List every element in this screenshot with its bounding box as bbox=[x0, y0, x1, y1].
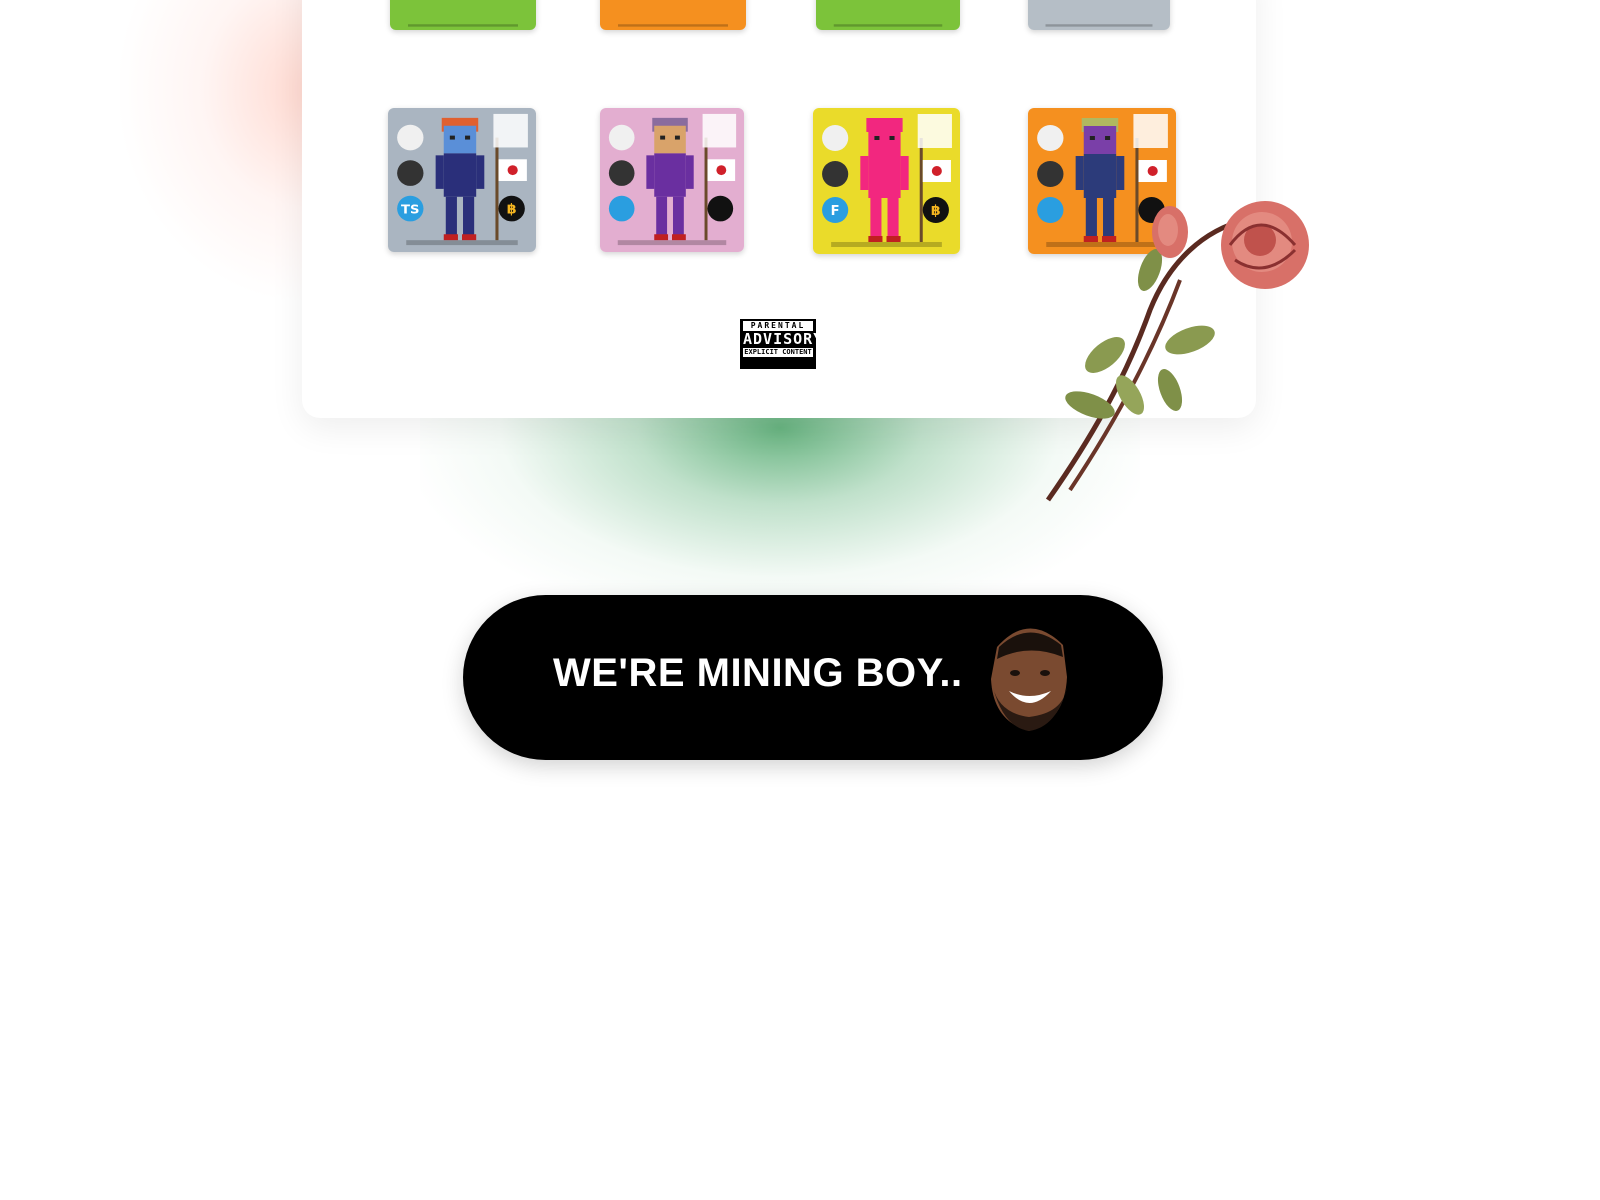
avatar-card-2[interactable] bbox=[600, 108, 744, 252]
baht-badge-label: ฿ bbox=[507, 202, 517, 218]
video-badge bbox=[822, 125, 849, 151]
key-badge bbox=[707, 195, 734, 222]
avatar-card-top-3[interactable] bbox=[816, 0, 960, 30]
avatar-card-top-4[interactable] bbox=[1028, 0, 1170, 30]
video-badge bbox=[397, 124, 424, 151]
avatar-card-3[interactable]: F ฿ bbox=[813, 108, 960, 254]
were-mining-boy-button[interactable]: WE'RE MINING BOY.. bbox=[463, 595, 1163, 760]
fish-badge bbox=[608, 160, 635, 186]
vue-badge bbox=[608, 195, 635, 222]
docker-badge bbox=[608, 124, 635, 151]
avatar-card-top-2[interactable] bbox=[600, 0, 746, 30]
page: TS ฿ F ฿ PARENTAL ADVISORY EXPLICIT CONTEN… bbox=[0, 0, 1600, 1200]
advisory-line-3: EXPLICIT CONTENT bbox=[743, 348, 813, 357]
rose-illustration bbox=[1045, 201, 1309, 502]
bitcoin-badge bbox=[397, 160, 424, 186]
dashboard-badge bbox=[822, 161, 849, 187]
fsharp-badge-label: F bbox=[831, 204, 840, 219]
baht-badge-label: ฿ bbox=[931, 203, 941, 219]
cta-label: WE'RE MINING BOY.. bbox=[553, 651, 963, 695]
bulb-badge bbox=[1037, 161, 1064, 187]
search-badge bbox=[1037, 125, 1064, 151]
avatar-card-top-1[interactable] bbox=[390, 0, 536, 30]
typescript-badge-label: TS bbox=[401, 203, 419, 218]
smiling-face-icon bbox=[991, 628, 1067, 731]
advisory-line-2: ADVISORY bbox=[743, 330, 824, 348]
parental-advisory-logo: PARENTAL ADVISORY EXPLICIT CONTENT bbox=[740, 319, 824, 369]
avatar-card-1[interactable]: TS ฿ bbox=[388, 108, 536, 252]
